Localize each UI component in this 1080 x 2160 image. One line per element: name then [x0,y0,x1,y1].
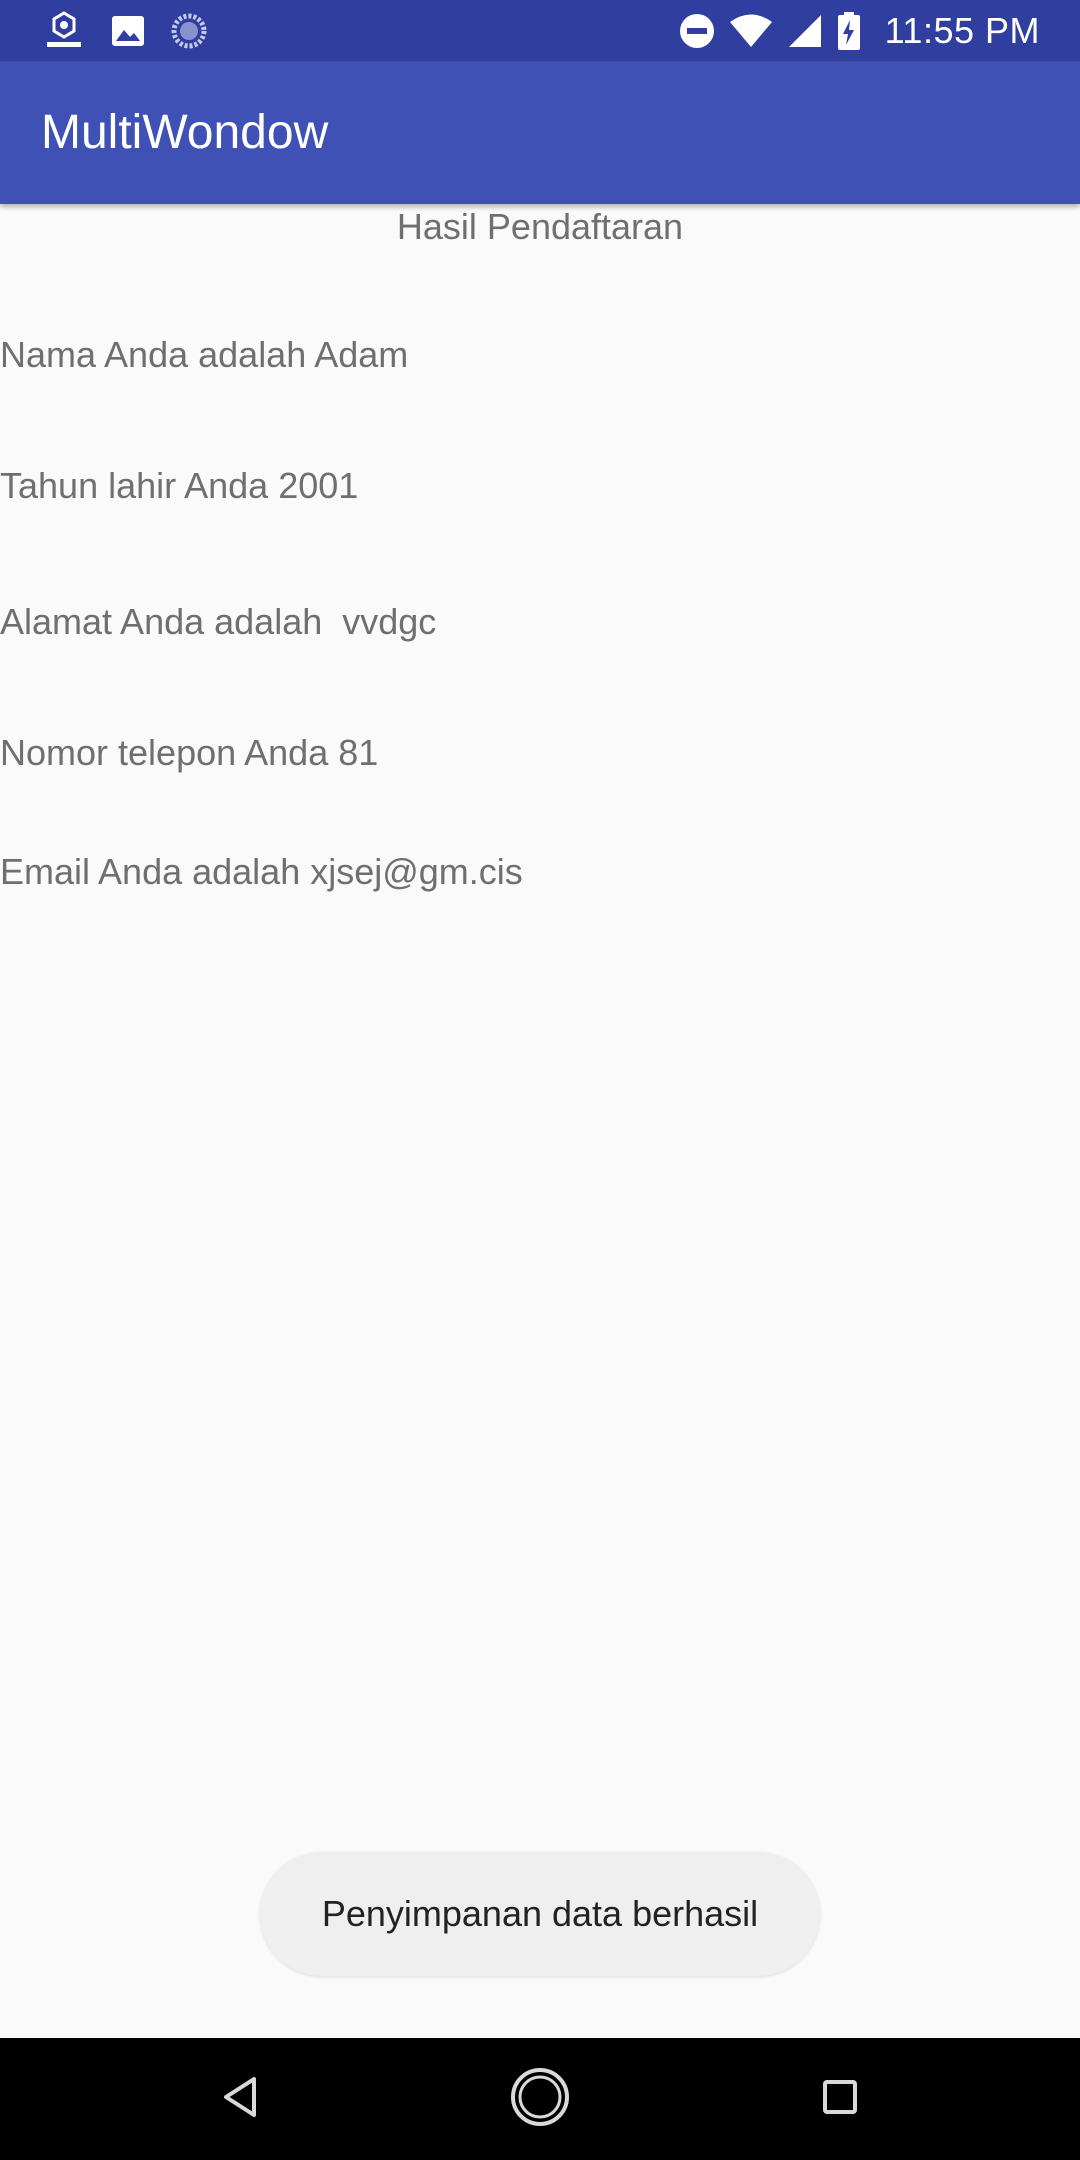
app-logo-icon [42,10,86,52]
registration-result: Hasil Pendaftaran Nama Anda adalah Adam … [0,204,1080,2038]
back-button[interactable] [200,2059,280,2139]
email-text: Email Anda adalah xjsej@gm.cis [0,851,523,892]
image-icon [110,13,146,49]
back-icon [220,2075,260,2124]
do-not-disturb-icon [679,13,715,49]
phone-text: Nomor telepon Anda 81 [0,732,379,773]
status-bar: 11:55 PM [0,0,1080,61]
navigation-bar [0,2038,1080,2160]
notification-icons [42,10,208,52]
name-text: Nama Anda adalah Adam [0,334,409,375]
app-bar: MultiWondow [0,61,1080,204]
home-icon [509,2066,571,2133]
toast-message: Penyimpanan data berhasil [321,1893,759,1934]
sync-progress-icon [170,12,208,50]
status-time: 11:55 PM [884,9,1040,51]
battery-charging-icon [837,11,861,51]
system-status-icons: 11:55 PM [679,0,1040,61]
cellular-signal-icon [787,13,823,49]
toast: Penyimpanan data berhasil [260,1852,820,1976]
app-title: MultiWondow [41,106,329,159]
address-text: Alamat Anda adalah vvdgc [0,601,437,642]
birth-year-text: Tahun lahir Anda 2001 [0,465,359,506]
wifi-icon [729,13,773,49]
recent-apps-icon [820,2077,860,2122]
screen: 11:55 PM MultiWondow Hasil Pendaftaran N… [0,0,1080,2160]
recent-apps-button[interactable] [800,2059,880,2139]
page-heading: Hasil Pendaftaran [396,206,684,247]
home-button[interactable] [500,2059,580,2139]
